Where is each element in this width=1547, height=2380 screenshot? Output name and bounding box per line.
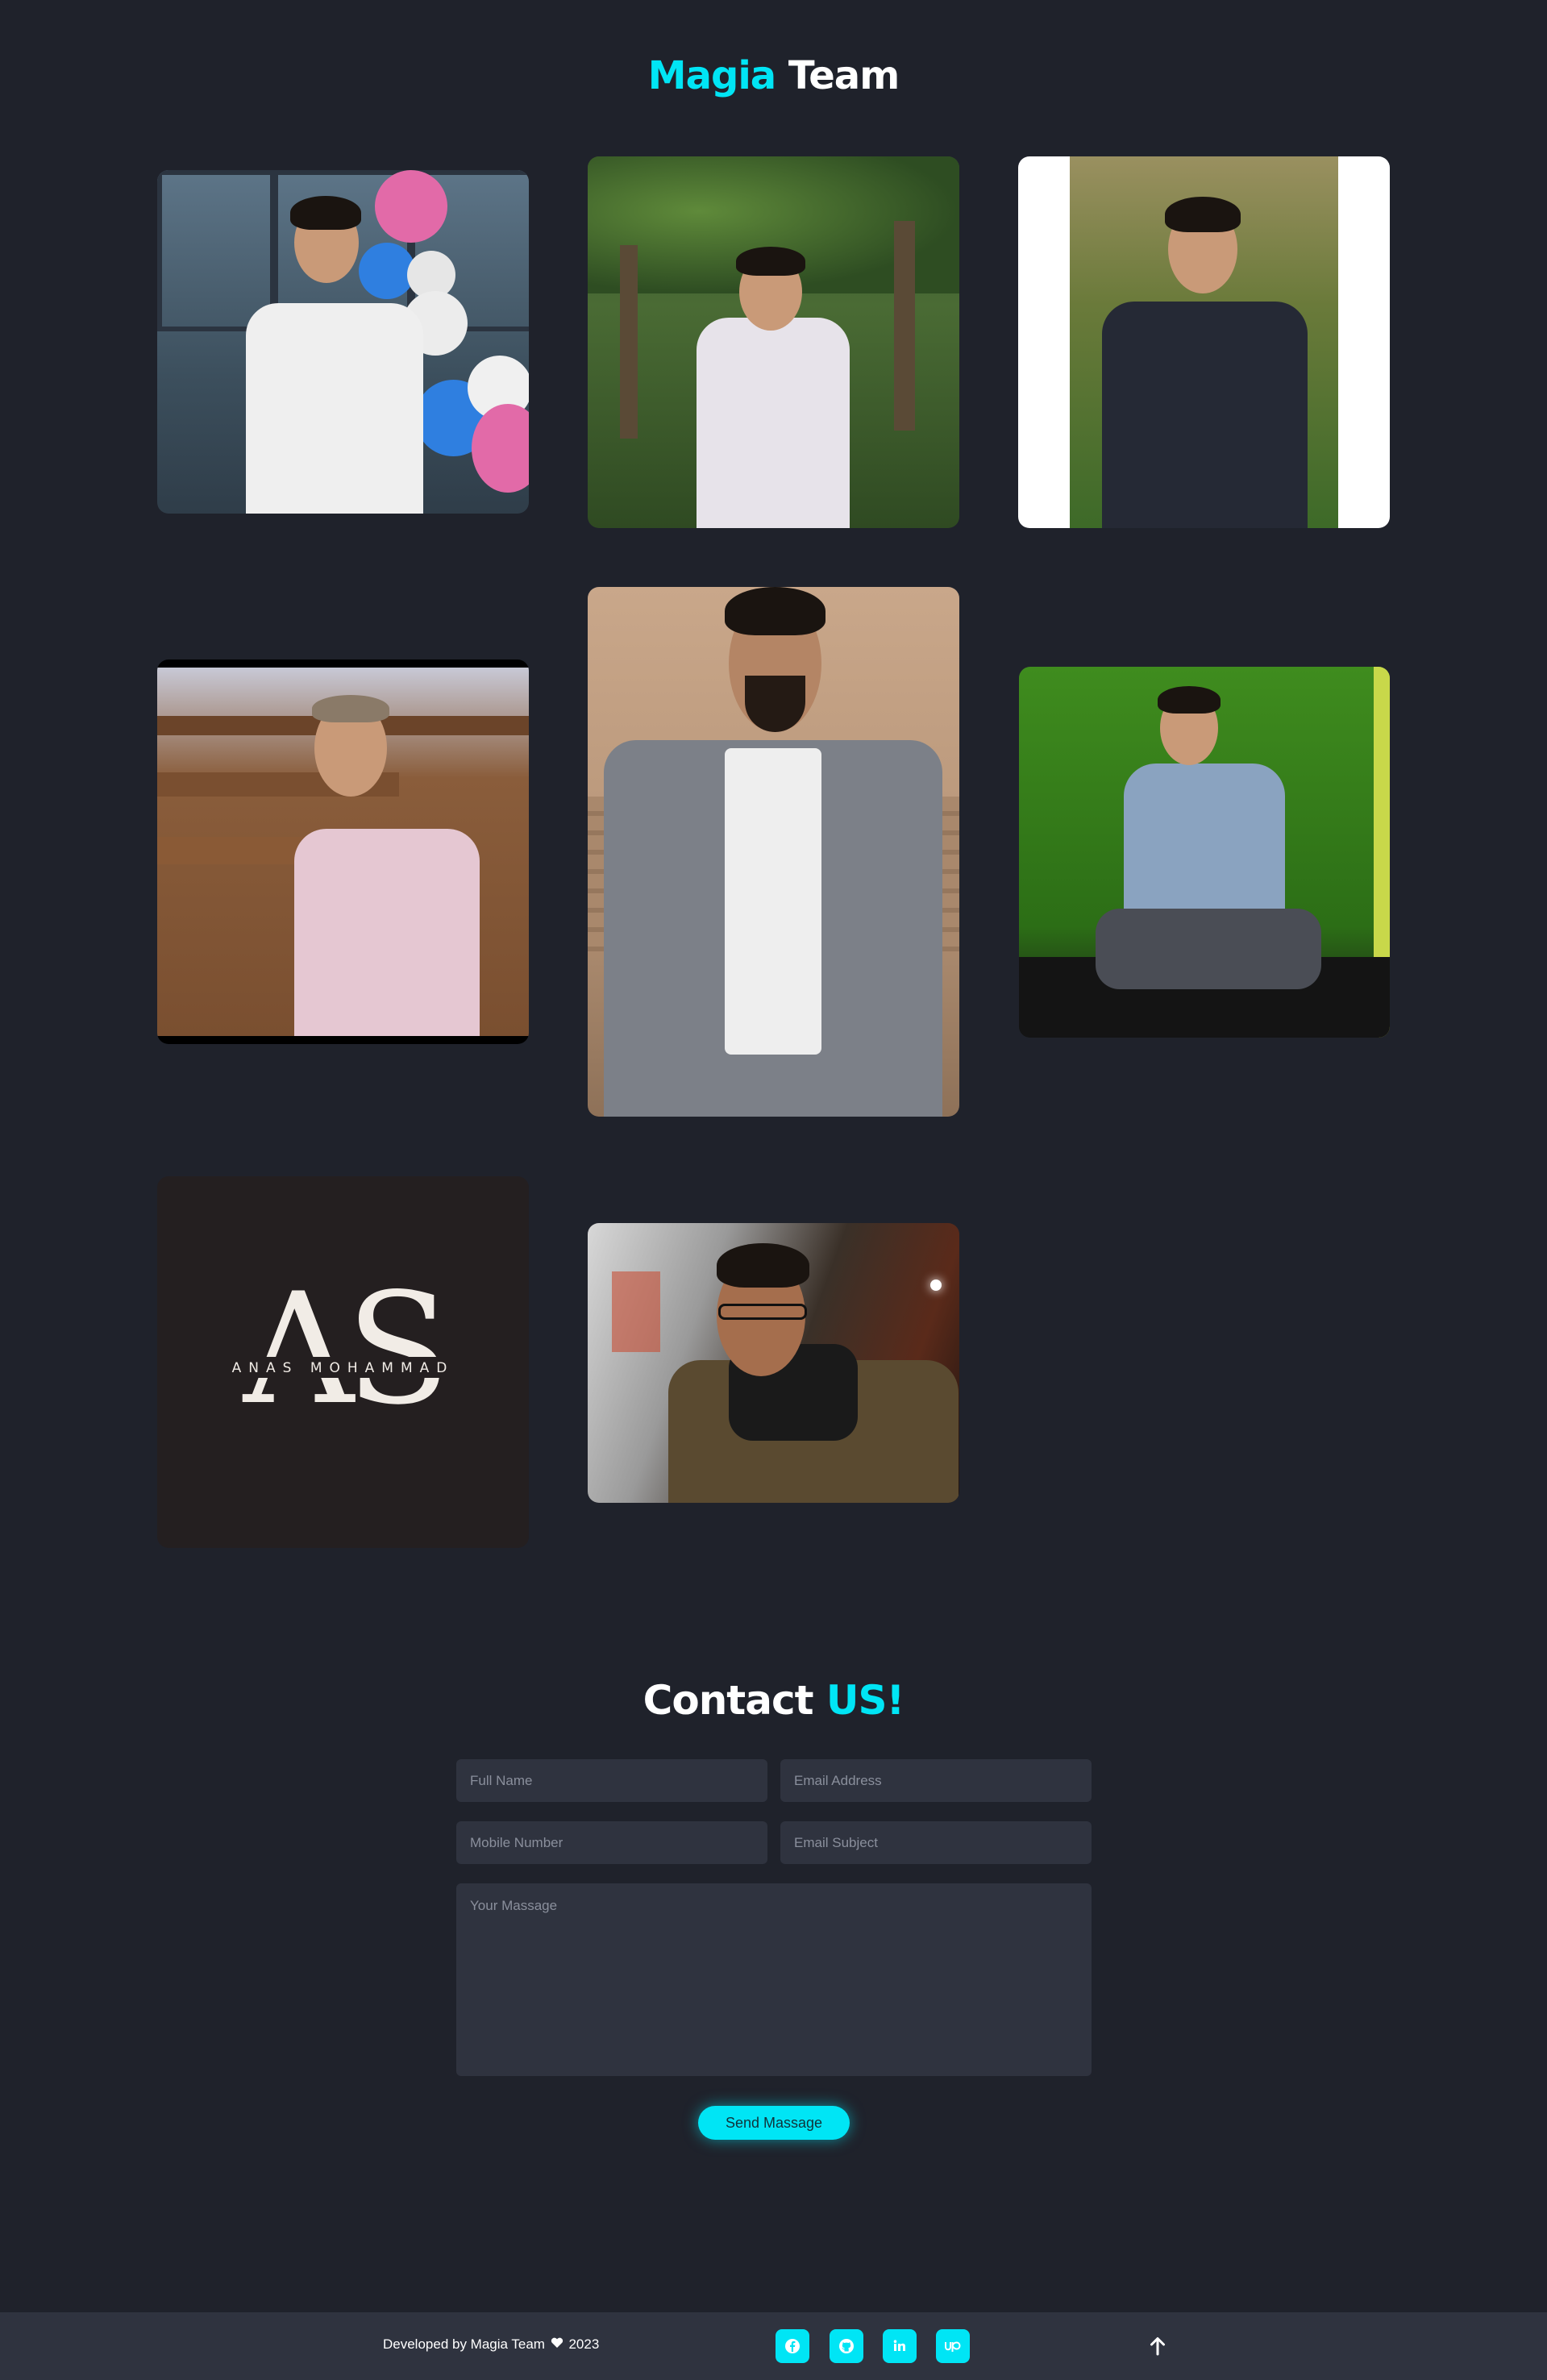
email-input[interactable] (780, 1759, 1092, 1802)
team-photo-2[interactable] (588, 156, 959, 528)
subject-input[interactable] (780, 1821, 1092, 1864)
full-name-input[interactable] (456, 1759, 767, 1802)
logo-name: ANAS MOHAMMAD (231, 1360, 455, 1376)
team-photo-3[interactable] (1018, 156, 1390, 528)
team-member-photo (588, 156, 959, 528)
team-member-photo (588, 1223, 959, 1503)
arrow-up-icon[interactable] (1146, 2332, 1169, 2361)
team-photo-5[interactable] (588, 587, 959, 1117)
page: Magia Team AS ANAS MOHAMMAD Contact US! … (0, 0, 1547, 2380)
footer: Developed by Magia Team 2023 (0, 2312, 1547, 2380)
team-title-rest: Team (788, 53, 900, 98)
team-photo-4[interactable] (157, 659, 529, 1044)
heart-icon (551, 2336, 563, 2353)
contact-title-main: Contact (643, 1677, 814, 1724)
team-photo-6[interactable] (1019, 667, 1390, 1038)
team-member-photo (157, 659, 529, 1044)
footer-credit: Developed by Magia Team 2023 (383, 2336, 599, 2353)
footer-credit-text: Developed by Magia Team (383, 2336, 545, 2352)
mobile-input[interactable] (456, 1821, 767, 1864)
team-title: Magia Team (0, 53, 1547, 98)
github-icon[interactable] (830, 2329, 863, 2363)
team-photo-8[interactable] (588, 1223, 959, 1503)
team-photo-7-logo[interactable]: AS ANAS MOHAMMAD (157, 1176, 529, 1548)
team-title-accent: Magia (647, 53, 776, 98)
linkedin-icon[interactable] (883, 2329, 917, 2363)
contact-title-accent: US! (825, 1677, 904, 1724)
team-member-photo (1018, 156, 1390, 528)
upwork-icon[interactable] (936, 2329, 970, 2363)
logo-monogram: AS (243, 1260, 451, 1438)
send-message-button[interactable]: Send Massage (698, 2106, 850, 2140)
team-photo-1[interactable] (157, 170, 529, 514)
message-textarea[interactable] (456, 1883, 1092, 2076)
team-member-photo (157, 170, 529, 514)
team-member-photo (588, 587, 959, 1117)
team-member-photo (1019, 667, 1390, 1038)
facebook-icon[interactable] (776, 2329, 809, 2363)
footer-year: 2023 (568, 2336, 600, 2352)
contact-title: Contact US! (0, 1677, 1547, 1724)
